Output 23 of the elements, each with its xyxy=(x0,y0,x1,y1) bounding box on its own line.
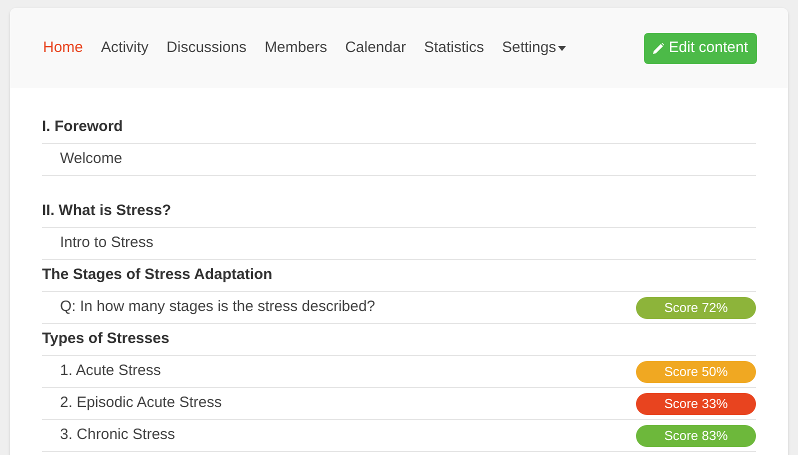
nav-tab[interactable]: Discussions xyxy=(166,36,247,60)
score-badge: Score 83% xyxy=(636,424,756,446)
lesson-link[interactable]: 1. Acute Stress xyxy=(60,360,161,383)
nav-tab[interactable]: Statistics xyxy=(424,36,484,60)
nav-tab[interactable]: Home xyxy=(43,36,84,60)
lesson-link[interactable]: 2. Episodic Acute Stress xyxy=(60,392,222,415)
score-badge: Score 50% xyxy=(636,360,756,382)
section-heading: Types of Stresses xyxy=(42,329,170,350)
nav-tab[interactable]: Calendar xyxy=(345,36,406,60)
nav-tab[interactable]: Members xyxy=(264,36,328,60)
lesson-link[interactable]: Welcome xyxy=(60,148,122,171)
section-heading: The Stages of Stress Adaptation xyxy=(42,265,272,286)
caret-icon xyxy=(558,46,566,50)
nav-tab[interactable]: Activity xyxy=(101,36,149,60)
lesson-link[interactable]: Intro to Stress xyxy=(60,232,154,255)
pencil-icon xyxy=(652,42,664,54)
lesson-link[interactable]: Q: In how many stages is the stress described? xyxy=(60,296,376,319)
score-badge: Score 72% xyxy=(636,296,756,318)
score-badge: Score 33% xyxy=(636,392,756,414)
section-heading: II. What is Stress? xyxy=(42,201,172,222)
section-heading: I. Foreword xyxy=(42,117,123,138)
lesson-link[interactable]: 3. Chronic Stress xyxy=(60,424,176,447)
nav-tab[interactable]: Settings xyxy=(502,36,566,60)
